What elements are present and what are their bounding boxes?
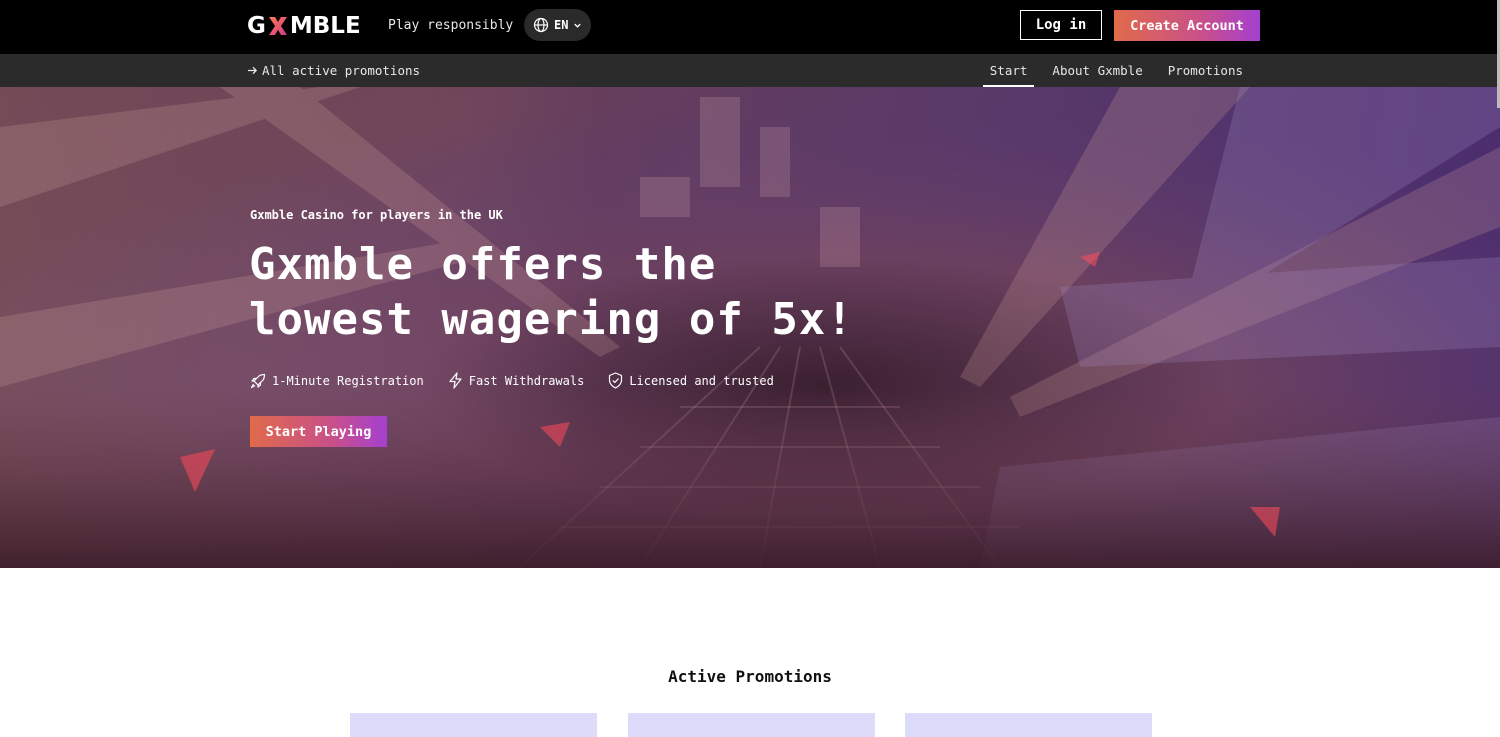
sub-navigation: All active promotions Start About Gxmble… bbox=[0, 54, 1500, 87]
chevron-down-icon bbox=[574, 23, 582, 28]
hero-title: Gxmble offers the lowest wagering of 5x! bbox=[249, 237, 949, 347]
hero-subtitle: Gxmble Casino for players in the UK bbox=[250, 208, 503, 222]
logo-x-mark-icon bbox=[267, 15, 289, 37]
feature-list: 1-Minute Registration Fast Withdrawals L… bbox=[250, 372, 774, 389]
create-account-button[interactable]: Create Account bbox=[1114, 10, 1260, 41]
hero-title-line-1: Gxmble offers the bbox=[249, 239, 717, 290]
nav-link-promotions[interactable]: Promotions bbox=[1161, 54, 1250, 87]
top-header: G MBLE Play responsibly EN Log in Create… bbox=[0, 0, 1500, 54]
hero-title-line-2: lowest wagering of 5x! bbox=[249, 294, 854, 345]
logo-prefix: G bbox=[247, 13, 266, 39]
globe-icon bbox=[533, 17, 549, 33]
promotion-card[interactable] bbox=[628, 713, 875, 737]
nav-links: Start About Gxmble Promotions bbox=[972, 54, 1250, 87]
play-responsibly-link[interactable]: Play responsibly bbox=[388, 18, 513, 33]
active-promotions-heading: Active Promotions bbox=[668, 667, 832, 686]
language-code: EN bbox=[554, 18, 569, 32]
promotion-card[interactable] bbox=[905, 713, 1152, 737]
feature-item: 1-Minute Registration bbox=[250, 372, 424, 389]
all-promotions-label: All active promotions bbox=[262, 63, 421, 78]
hero-banner: Gxmble Casino for players in the UK Gxmb… bbox=[0, 87, 1500, 568]
feature-item: Fast Withdrawals bbox=[448, 372, 585, 389]
start-playing-button[interactable]: Start Playing bbox=[250, 416, 387, 447]
feature-label: Licensed and trusted bbox=[629, 373, 774, 388]
feature-item: Licensed and trusted bbox=[608, 372, 774, 389]
rocket-icon bbox=[250, 373, 266, 388]
logo-suffix: MBLE bbox=[289, 13, 361, 39]
nav-link-start[interactable]: Start bbox=[982, 54, 1035, 87]
feature-label: Fast Withdrawals bbox=[468, 373, 585, 388]
lightning-icon bbox=[449, 372, 462, 389]
promotion-card[interactable] bbox=[350, 713, 597, 737]
all-promotions-link[interactable]: All active promotions bbox=[247, 63, 420, 78]
feature-label: 1-Minute Registration bbox=[272, 373, 424, 388]
nav-link-about[interactable]: About Gxmble bbox=[1045, 54, 1149, 87]
arrow-right-icon bbox=[247, 66, 258, 75]
shield-check-icon bbox=[609, 372, 623, 389]
logo[interactable]: G MBLE bbox=[247, 13, 361, 39]
language-selector[interactable]: EN bbox=[524, 9, 591, 41]
login-button[interactable]: Log in bbox=[1020, 10, 1102, 40]
